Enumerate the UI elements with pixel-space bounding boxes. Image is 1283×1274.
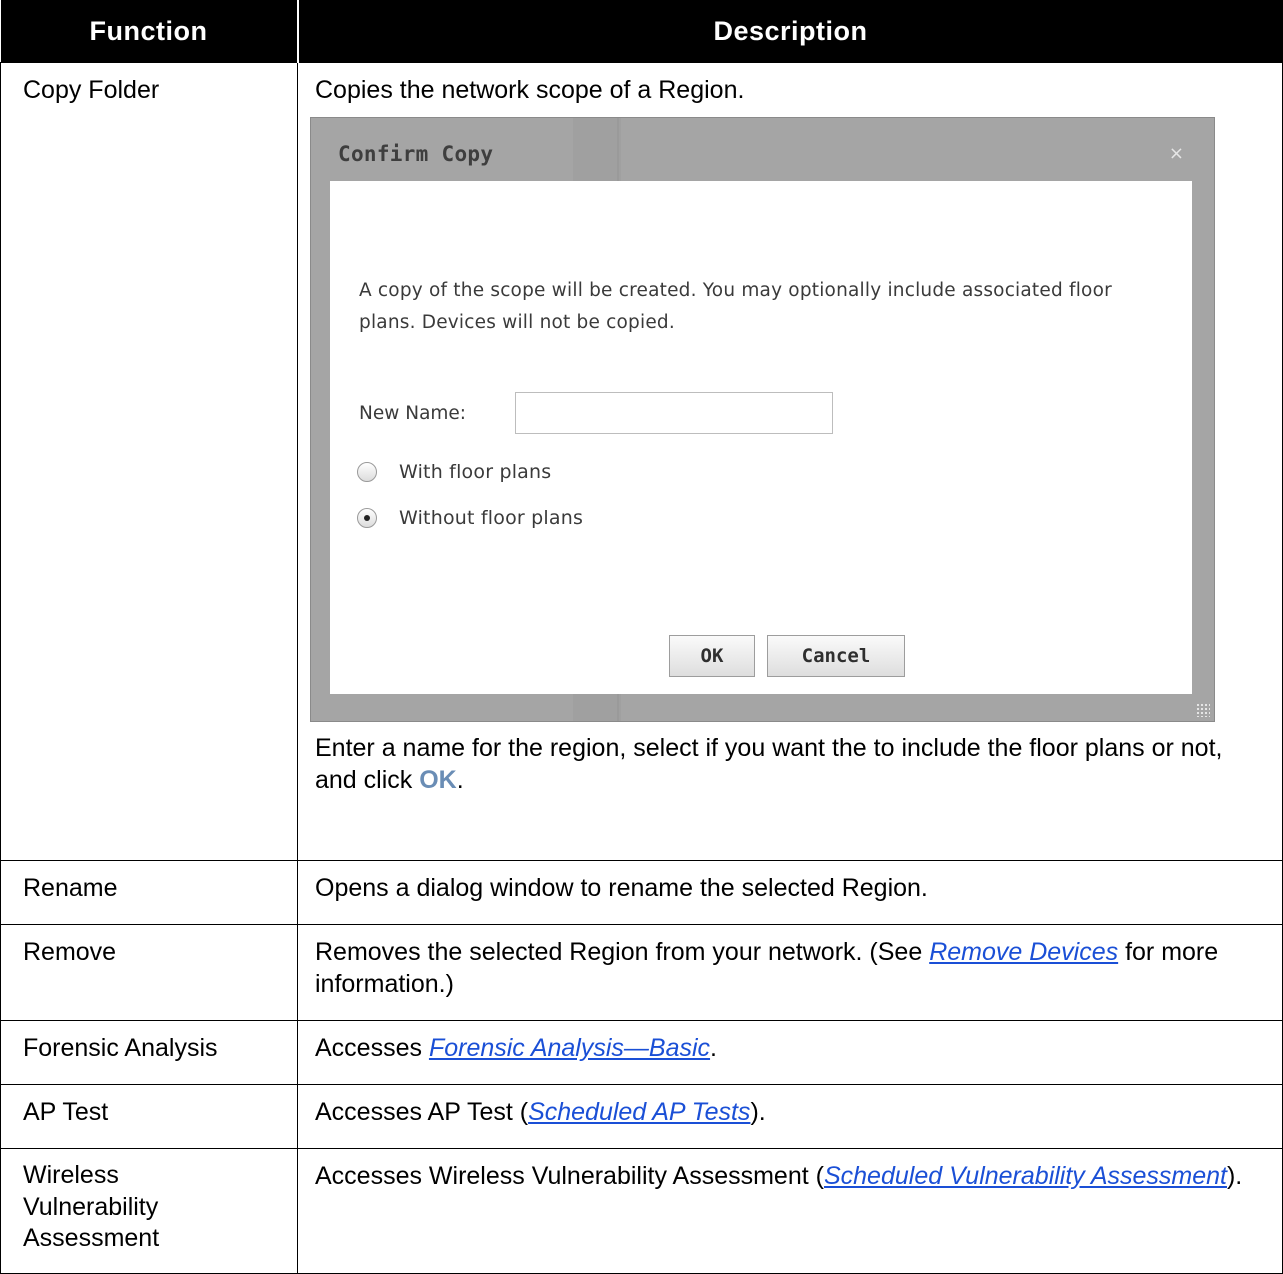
description-text: Accesses Wireless Vulnerability Assessme…: [315, 1162, 824, 1190]
table-row: Wireless Vulnerability Assessment Access…: [0, 1148, 1283, 1274]
description-cell: Accesses AP Test (Scheduled AP Tests).: [297, 1084, 1283, 1149]
description-text: Removes the selected Region from your ne…: [315, 938, 930, 966]
ok-button[interactable]: OK: [669, 635, 755, 677]
radio-unchecked-icon[interactable]: [357, 462, 377, 482]
table-row: Forensic Analysis Accesses Forensic Anal…: [0, 1020, 1283, 1085]
dialog-message: A copy of the scope will be created. You…: [359, 280, 1112, 333]
description-text: .: [710, 1034, 717, 1062]
function-line: Wireless: [23, 1161, 119, 1189]
function-line: Vulnerability: [23, 1192, 159, 1221]
table-row: Remove Removes the selected Region from …: [0, 924, 1283, 1021]
description-text: ).: [1226, 1162, 1243, 1190]
resize-grip-icon[interactable]: [1196, 703, 1210, 717]
dialog-body: A copy of the scope will be created. You…: [330, 181, 1192, 694]
description-text: Copies the network scope of a Region.: [315, 76, 745, 104]
description-text: Accesses: [315, 1034, 429, 1062]
function-line: Assessment: [23, 1224, 160, 1252]
remove-devices-link[interactable]: Remove Devices: [929, 938, 1118, 966]
new-name-label: New Name:: [359, 403, 467, 424]
table-row: Copy Folder Copies the network scope of …: [0, 62, 1283, 861]
confirm-copy-dialog-screenshot: Confirm Copy × A copy of the scope will …: [310, 117, 1215, 722]
function-cell: Rename: [0, 860, 298, 925]
function-cell: Copy Folder: [0, 62, 298, 861]
scheduled-ap-tests-link[interactable]: Scheduled AP Tests: [528, 1098, 750, 1126]
radio-label: With floor plans: [399, 461, 552, 483]
function-cell: AP Test: [0, 1084, 298, 1149]
header-function: Function: [0, 0, 299, 63]
radio-checked-icon[interactable]: [357, 508, 377, 528]
table-header-row: Function Description: [0, 0, 1283, 63]
scheduled-vulnerability-assessment-link[interactable]: Scheduled Vulnerability Assessment: [824, 1162, 1227, 1190]
ok-reference: OK: [419, 766, 457, 794]
function-table: Function Description Copy Folder Copies …: [0, 0, 1283, 1274]
function-cell: Wireless Vulnerability Assessment: [0, 1148, 298, 1274]
description-cell: Accesses Forensic Analysis—Basic.: [297, 1020, 1283, 1085]
table-row: Rename Opens a dialog window to rename t…: [0, 860, 1283, 925]
description-text: Accesses AP Test (: [315, 1098, 529, 1126]
description-cell: Accesses Wireless Vulnerability Assessme…: [297, 1148, 1283, 1274]
cancel-button[interactable]: Cancel: [767, 635, 905, 677]
radio-with-floor-plans[interactable]: With floor plans: [357, 456, 551, 488]
forensic-analysis-link[interactable]: Forensic Analysis—Basic: [429, 1034, 710, 1062]
table-row: AP Test Accesses AP Test (Scheduled AP T…: [0, 1084, 1283, 1149]
followup-end: .: [456, 766, 464, 794]
function-cell: Remove: [0, 924, 298, 1021]
radio-without-floor-plans[interactable]: Without floor plans: [357, 502, 583, 534]
close-icon[interactable]: ×: [1169, 138, 1184, 170]
description-cell: Removes the selected Region from your ne…: [297, 924, 1283, 1021]
description-text: ).: [750, 1098, 766, 1126]
radio-dot-icon: [364, 515, 370, 521]
new-name-input[interactable]: [515, 392, 833, 434]
description-cell: Copies the network scope of a Region. Co…: [297, 62, 1283, 861]
header-description: Description: [297, 0, 1283, 63]
function-cell: Forensic Analysis: [0, 1020, 298, 1085]
dialog-title: Confirm Copy: [338, 142, 494, 166]
radio-label: Without floor plans: [399, 507, 584, 529]
description-followup: Enter a name for the region, select if y…: [315, 732, 1268, 796]
description-cell: Opens a dialog window to rename the sele…: [297, 860, 1283, 925]
